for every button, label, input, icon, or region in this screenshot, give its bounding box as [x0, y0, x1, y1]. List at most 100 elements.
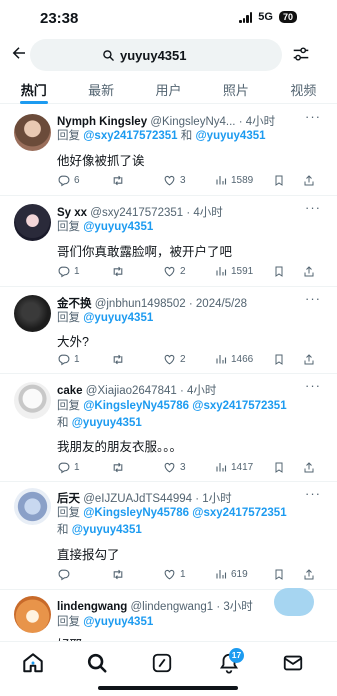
author-handle[interactable]: @eIJZUAJdTS44994 — [83, 493, 192, 505]
mention-link[interactable]: @KingsleyNy45786 — [83, 507, 189, 519]
reply-button[interactable]: 1 — [57, 265, 111, 278]
bookmark-icon[interactable] — [273, 265, 285, 278]
mention-link[interactable]: @KingsleyNy45786 — [83, 400, 189, 412]
retweet-icon — [113, 266, 123, 276]
back-arrow-icon[interactable] — [10, 44, 28, 62]
mention-link[interactable]: @sxy2417572351 — [83, 130, 177, 142]
more-options-icon[interactable]: ··· — [305, 291, 321, 306]
home-indicator — [98, 686, 238, 690]
mention-link[interactable]: @sxy2417572351 — [192, 507, 286, 519]
retweet-button[interactable] — [111, 265, 163, 278]
author-name[interactable]: 后天 — [57, 493, 80, 505]
views-icon — [216, 267, 227, 276]
views-button[interactable]: 1591 — [215, 265, 269, 277]
more-options-icon[interactable]: ··· — [305, 486, 321, 501]
avatar[interactable] — [14, 295, 51, 332]
home-icon[interactable] — [22, 652, 44, 674]
views-button[interactable]: 1417 — [215, 461, 269, 473]
bookmark-icon[interactable] — [273, 174, 285, 187]
filter-icon[interactable] — [292, 46, 310, 62]
messages-icon[interactable] — [282, 652, 304, 674]
tweet-text: 直接报勾了 — [57, 548, 120, 562]
compose-icon[interactable] — [151, 652, 173, 674]
retweet-icon — [113, 569, 123, 579]
search-tabs: 热门 最新 用户 照片 视频 — [0, 74, 337, 104]
tweet-header: 金不换 @jnbhun1498502 · 2024/5/28 — [57, 295, 307, 311]
avatar[interactable] — [14, 596, 51, 633]
reply-button[interactable]: 1 — [57, 353, 111, 366]
bookmark-icon[interactable] — [273, 568, 285, 581]
mention-link[interactable]: @yuyuy4351 — [83, 312, 153, 324]
share-icon[interactable] — [303, 265, 315, 278]
reply-count: 1 — [74, 353, 80, 365]
share-icon[interactable] — [303, 353, 315, 366]
more-options-icon[interactable]: ··· — [305, 378, 321, 393]
like-count: 3 — [180, 174, 186, 186]
view-count: 1417 — [231, 461, 254, 473]
tweet[interactable]: Sy xx @sxy2417572351 · 4小时 ··· 回复 @yuyuy… — [0, 196, 337, 287]
tab-videos[interactable]: 视频 — [270, 74, 337, 103]
more-options-icon[interactable]: ··· — [305, 109, 321, 124]
retweet-button[interactable] — [111, 353, 163, 366]
author-handle[interactable]: @sxy2417572351 — [90, 207, 183, 219]
views-button[interactable]: 1466 — [215, 353, 269, 365]
tweet[interactable]: 金不换 @jnbhun1498502 · 2024/5/28 ··· 回复 @y… — [0, 287, 337, 374]
author-handle[interactable]: @KingsleyNy4... — [150, 116, 235, 128]
bookmark-icon[interactable] — [273, 353, 285, 366]
search-box[interactable] — [30, 39, 282, 71]
network-type: 5G — [258, 11, 273, 23]
reply-prefix: 回复 — [57, 312, 80, 324]
reply-context: 回复 @yuyuy4351 — [57, 310, 322, 327]
tweet[interactable]: 后天 @eIJZUAJdTS44994 · 1小时 ··· 回复 @Kingsl… — [0, 482, 337, 590]
search-input[interactable] — [120, 47, 210, 63]
share-icon[interactable] — [303, 461, 315, 474]
retweet-button[interactable] — [111, 174, 163, 187]
mention-link[interactable]: @yuyuy4351 — [83, 616, 153, 628]
tab-top[interactable]: 热门 — [0, 74, 67, 104]
like-button[interactable]: 3 — [163, 461, 215, 474]
avatar[interactable] — [14, 204, 51, 241]
like-button[interactable]: 2 — [163, 265, 215, 278]
avatar[interactable] — [14, 114, 51, 151]
mention-link[interactable]: @yuyuy4351 — [83, 221, 153, 233]
mention-link[interactable]: @yuyuy4351 — [72, 524, 142, 536]
tab-photos[interactable]: 照片 — [202, 74, 269, 103]
author-name[interactable]: cake — [57, 385, 83, 397]
reply-button[interactable]: 1 — [57, 461, 111, 474]
tab-latest[interactable]: 最新 — [67, 74, 134, 103]
views-button[interactable]: 619 — [215, 568, 269, 580]
share-icon[interactable] — [303, 568, 315, 581]
author-name[interactable]: 金不换 — [57, 298, 92, 310]
author-name[interactable]: Nymph Kingsley — [57, 116, 147, 128]
like-button[interactable]: 3 — [163, 174, 215, 187]
reply-and: 和 — [57, 524, 69, 536]
reply-button[interactable] — [57, 568, 111, 581]
retweet-button[interactable] — [111, 568, 163, 581]
search-nav-icon[interactable] — [86, 652, 108, 674]
reply-button[interactable]: 6 — [57, 174, 111, 187]
like-button[interactable]: 2 — [163, 353, 215, 366]
compose-fab[interactable] — [274, 588, 314, 616]
more-options-icon[interactable]: ··· — [305, 200, 321, 215]
mention-link[interactable]: @yuyuy4351 — [195, 130, 265, 142]
tweet-actions: 1 619 — [57, 565, 321, 583]
reply-context: 回复 @sxy2417572351 和 @yuyuy4351 — [57, 128, 322, 145]
tweet[interactable]: cake @Xiajiao2647841 · 4小时 ··· 回复 @Kings… — [0, 374, 337, 482]
bookmark-icon[interactable] — [273, 461, 285, 474]
mention-link[interactable]: @sxy2417572351 — [192, 400, 286, 412]
author-handle[interactable]: @lindengwang1 — [130, 601, 213, 613]
like-button[interactable]: 1 — [163, 568, 215, 581]
author-handle[interactable]: @jnbhun1498502 — [95, 298, 186, 310]
tab-people[interactable]: 用户 — [135, 74, 202, 103]
share-icon[interactable] — [303, 174, 315, 187]
author-handle[interactable]: @Xiajiao2647841 — [86, 385, 177, 397]
views-button[interactable]: 1589 — [215, 174, 269, 186]
author-name[interactable]: lindengwang — [57, 601, 127, 613]
reply-prefix: 回复 — [57, 507, 80, 519]
avatar[interactable] — [14, 488, 51, 525]
author-name[interactable]: Sy xx — [57, 207, 87, 219]
tweet[interactable]: Nymph Kingsley @KingsleyNy4... · 4小时 ···… — [0, 105, 337, 196]
retweet-button[interactable] — [111, 461, 163, 474]
avatar[interactable] — [14, 382, 51, 419]
mention-link[interactable]: @yuyuy4351 — [72, 417, 142, 429]
